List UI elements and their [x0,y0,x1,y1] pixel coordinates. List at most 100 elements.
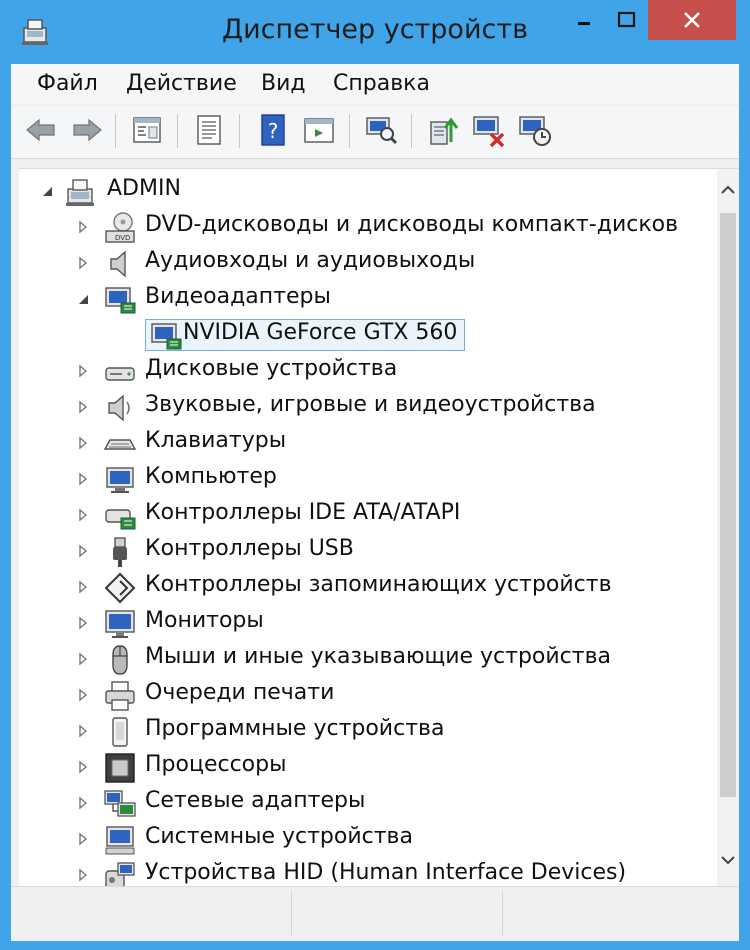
tree-item-mice[interactable]: Мыши и иные указывающие устройства [19,642,709,678]
tree-item-dvd[interactable]: DVD DVD-дисководы и дисководы компакт-ди… [19,210,709,246]
expand-arrow-icon[interactable] [75,255,91,271]
computer-root-icon [66,179,94,206]
dvd-drive-icon: DVD [105,212,135,243]
storage-controller-icon [104,572,136,604]
tree-item-disk-drives[interactable]: Дисковые устройства [19,354,709,390]
help-icon[interactable]: ? [255,112,291,148]
software-device-icon [112,717,128,747]
tree-item-print-queues[interactable]: Очереди печати [19,678,709,714]
maximize-button[interactable] [606,0,648,40]
tree-item-label: DVD-дисководы и дисководы компакт-дисков [145,212,679,237]
tree-item-label: Контроллеры запоминающих устройств [145,572,612,597]
tree-item-usb[interactable]: Контроллеры USB [19,534,709,570]
expand-arrow-icon[interactable] [75,363,91,379]
update-driver-icon[interactable] [425,112,461,148]
menu-bar: Файл Действие Вид Справка [11,64,739,104]
tree-item-system-devices[interactable]: Системные устройства [19,822,709,858]
tree-root-admin[interactable]: ADMIN [19,174,709,210]
usb-icon [113,537,127,567]
toolbar-separator [115,114,116,148]
scan-hardware-icon[interactable] [363,112,399,148]
tree-item-keyboards[interactable]: Клавиатуры [19,426,709,462]
tree-item-label: Контроллеры IDE ATA/ATAPI [145,500,461,525]
device-tree[interactable]: ADMIN DVD DVD-дисководы и дисководы комп… [19,168,739,887]
expand-arrow-icon[interactable] [75,687,91,703]
tree-item-software-devices[interactable]: Программные устройства [19,714,709,750]
tree-item-storage-controllers[interactable]: Контроллеры запоминающих устройств [19,570,709,606]
collapse-arrow-icon[interactable] [39,183,55,199]
hid-icon [105,862,135,887]
tree-item-processors[interactable]: Процессоры [19,750,709,786]
tree-item-hid[interactable]: Устройства HID (Human Interface Devices) [19,858,709,887]
disable-device-icon[interactable] [517,112,553,148]
menu-file[interactable]: Файл [37,71,98,96]
tree-item-audio-io[interactable]: Аудиовходы и аудиовыходы [19,246,709,282]
tree-item-display-adapters[interactable]: Видеоадаптеры [19,282,709,318]
network-adapter-icon [104,790,136,817]
svg-text:?: ? [268,119,279,143]
mouse-icon [112,645,128,675]
tree-item-ide-ata[interactable]: Контроллеры IDE ATA/ATAPI [19,498,709,534]
properties-icon[interactable] [191,112,227,148]
tree-item-computer[interactable]: Компьютер [19,462,709,498]
toolbar-separator [239,114,240,148]
close-icon [684,12,700,28]
tree-item-label: Звуковые, игровые и видеоустройства [145,392,596,417]
toolbar-separator [177,114,178,148]
close-button[interactable] [648,0,736,40]
expand-arrow-icon[interactable] [75,507,91,523]
tree-root-label: ADMIN [107,176,181,201]
expand-arrow-icon[interactable] [75,219,91,235]
expand-arrow-icon[interactable] [75,579,91,595]
tree-item-label: Контроллеры USB [145,536,354,561]
tree-item-network-adapters[interactable]: Сетевые адаптеры [19,786,709,822]
expand-arrow-icon[interactable] [75,759,91,775]
scroll-down-icon[interactable] [717,849,739,871]
device-manager-window: Диспетчер устройств Файл Действие Вид Сп… [0,0,750,950]
tree-item-sound-video[interactable]: Звуковые, игровые и видеоустройства [19,390,709,426]
status-pane [292,891,503,935]
status-bar [11,886,739,941]
console-tree-icon[interactable] [129,112,165,148]
computer-icon [106,467,134,493]
expand-arrow-icon[interactable] [75,471,91,487]
scrollbar-thumb[interactable] [720,213,736,797]
expand-arrow-icon[interactable] [75,831,91,847]
disk-drive-icon [105,367,135,381]
tree-item-label: NVIDIA GeForce GTX 560 [183,320,458,345]
expand-arrow-icon[interactable] [75,543,91,559]
ide-controller-icon [105,509,136,530]
menu-help[interactable]: Справка [333,71,430,96]
menu-view[interactable]: Вид [261,71,306,96]
printer-icon [105,681,135,711]
title-bar[interactable]: Диспетчер устройств [0,0,750,64]
scroll-up-icon[interactable] [717,179,739,201]
system-device-icon [105,826,135,855]
svg-text:DVD: DVD [115,234,130,242]
window-client-area: Файл Действие Вид Справка ? ADMIN DVD DV… [11,64,739,941]
menu-action[interactable]: Действие [126,71,237,96]
expand-arrow-icon[interactable] [75,435,91,451]
back-arrow-icon[interactable] [23,112,59,148]
tree-item-monitors[interactable]: Мониторы [19,606,709,642]
uninstall-device-icon[interactable] [471,112,507,148]
keyboard-icon [103,439,137,450]
expand-arrow-icon[interactable] [75,615,91,631]
tree-item-label: Мониторы [145,608,264,633]
action-pane-icon[interactable] [301,112,337,148]
minimize-button[interactable] [562,0,606,40]
collapse-arrow-icon[interactable] [75,291,91,307]
forward-arrow-icon[interactable] [69,112,105,148]
tree-item-label: Очереди печати [145,680,335,705]
expand-arrow-icon[interactable] [75,795,91,811]
toolbar-separator [349,114,350,148]
tree-item-label: Сетевые адаптеры [145,788,366,813]
tree-item-nvidia-gtx560[interactable]: NVIDIA GeForce GTX 560 [19,318,709,354]
expand-arrow-icon[interactable] [75,651,91,667]
display-adapter-icon [105,287,136,314]
vertical-scrollbar[interactable] [717,169,739,887]
expand-arrow-icon[interactable] [75,867,91,883]
toolbar: ? [11,106,739,159]
expand-arrow-icon[interactable] [75,399,91,415]
expand-arrow-icon[interactable] [75,723,91,739]
